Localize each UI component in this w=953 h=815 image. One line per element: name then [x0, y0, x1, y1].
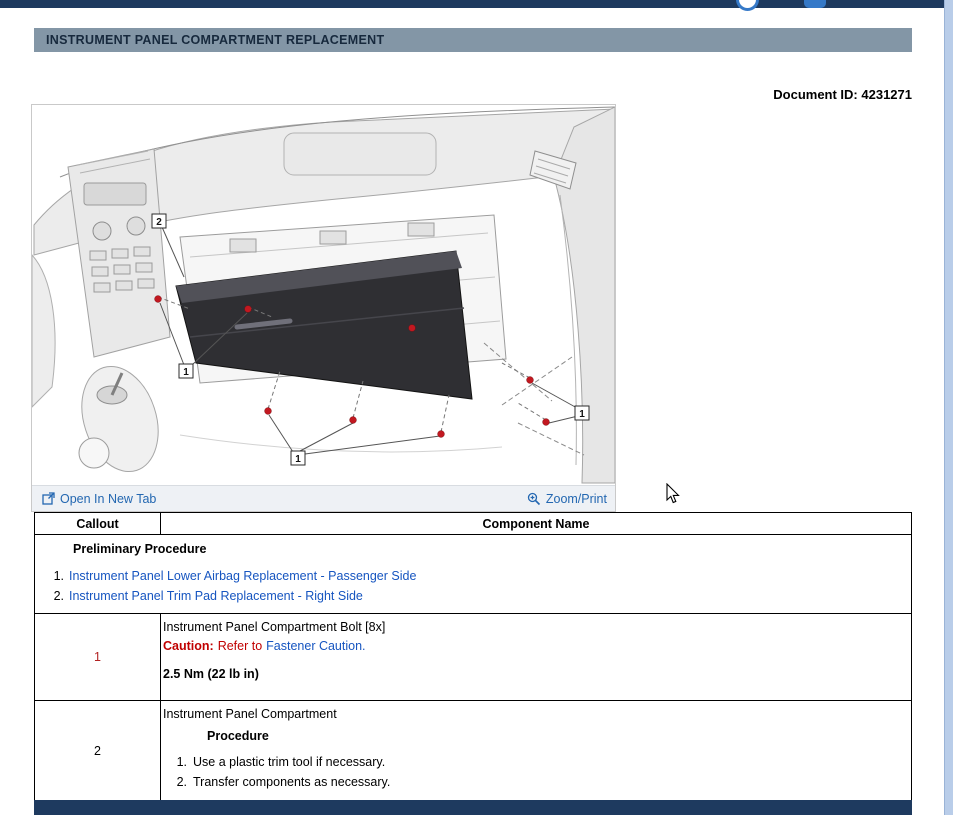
procedure-step: 1.Use a plastic trim tool if necessary. [163, 752, 907, 772]
fastener-caution-link[interactable]: Fastener Caution. [266, 639, 365, 653]
bottom-navy-bar [34, 800, 912, 815]
caution-label: Caution: [163, 639, 214, 653]
step-number: 2. [163, 772, 193, 792]
callout-column-header: Callout [35, 513, 161, 535]
callout-label-1a: 1 [179, 364, 193, 378]
toolbar-partial-badge-icon[interactable] [804, 0, 826, 8]
figure-toolbar: Open In New Tab Zoom/Print [32, 485, 615, 511]
table-row-callout-2: 2 Instrument Panel Compartment Procedure… [35, 701, 912, 802]
caution-line: Caution: Refer to Fastener Caution. [163, 637, 907, 656]
external-link-icon [42, 492, 55, 505]
document-id: Document ID: 4231271 [773, 87, 912, 102]
svg-text:2: 2 [156, 217, 162, 228]
component-column-header: Component Name [161, 513, 912, 535]
preliminary-link-trim-pad-replacement[interactable]: Instrument Panel Trim Pad Replacement - … [69, 589, 363, 603]
preliminary-procedure-row: Preliminary Procedure 1.Instrument Panel… [35, 535, 912, 614]
preliminary-item: 2.Instrument Panel Trim Pad Replacement … [35, 586, 911, 606]
section-title-bar: INSTRUMENT PANEL COMPARTMENT REPLACEMENT [34, 28, 912, 52]
list-number: 1. [35, 566, 69, 586]
svg-text:1: 1 [183, 367, 189, 378]
vertical-scrollbar[interactable] [944, 0, 953, 815]
page-title: INSTRUMENT PANEL COMPARTMENT REPLACEMENT [46, 33, 384, 47]
table-row-callout-1: 1 Instrument Panel Compartment Bolt [8x]… [35, 614, 912, 701]
caution-text: Refer to [218, 639, 262, 653]
component-name-compartment: Instrument Panel Compartment [163, 705, 907, 724]
figure-panel: 2 1 1 1 [31, 104, 616, 512]
component-name-bolt: Instrument Panel Compartment Bolt [8x] [163, 618, 907, 637]
preliminary-procedure-title: Preliminary Procedure [73, 541, 911, 557]
preliminary-link-airbag-replacement[interactable]: Instrument Panel Lower Airbag Replacemen… [69, 569, 416, 583]
list-number: 2. [35, 586, 69, 606]
table-header-row: Callout Component Name [35, 513, 912, 535]
callout-number-2[interactable]: 2 [35, 701, 161, 802]
torque-spec: 2.5 Nm (22 lb in) [163, 665, 907, 684]
preliminary-item: 1.Instrument Panel Lower Airbag Replacem… [35, 566, 911, 586]
callout-table: Callout Component Name Preliminary Proce… [34, 512, 912, 802]
step-text: Transfer components as necessary. [193, 775, 390, 789]
top-navy-bar [0, 0, 944, 8]
svg-text:1: 1 [579, 409, 585, 420]
zoom-print-link[interactable]: Zoom/Print [527, 492, 607, 506]
callout-label-1c: 1 [575, 406, 589, 420]
procedure-step: 2.Transfer components as necessary. [163, 772, 907, 792]
svg-text:1: 1 [295, 454, 301, 465]
callout-label-1b: 1 [291, 451, 305, 465]
open-in-new-tab-label: Open In New Tab [60, 492, 156, 506]
mouse-cursor [664, 483, 684, 505]
step-text: Use a plastic trim tool if necessary. [193, 755, 385, 769]
technical-illustration[interactable]: 2 1 1 1 [32, 105, 615, 485]
open-in-new-tab-link[interactable]: Open In New Tab [42, 492, 156, 506]
callout-label-2: 2 [152, 214, 166, 228]
toolbar-partial-ring-icon[interactable] [736, 0, 759, 11]
step-number: 1. [163, 752, 193, 772]
magnifier-plus-icon [527, 492, 541, 506]
procedure-title: Procedure [207, 727, 907, 746]
callout-number-1[interactable]: 1 [35, 614, 161, 701]
zoom-print-label: Zoom/Print [546, 492, 607, 506]
